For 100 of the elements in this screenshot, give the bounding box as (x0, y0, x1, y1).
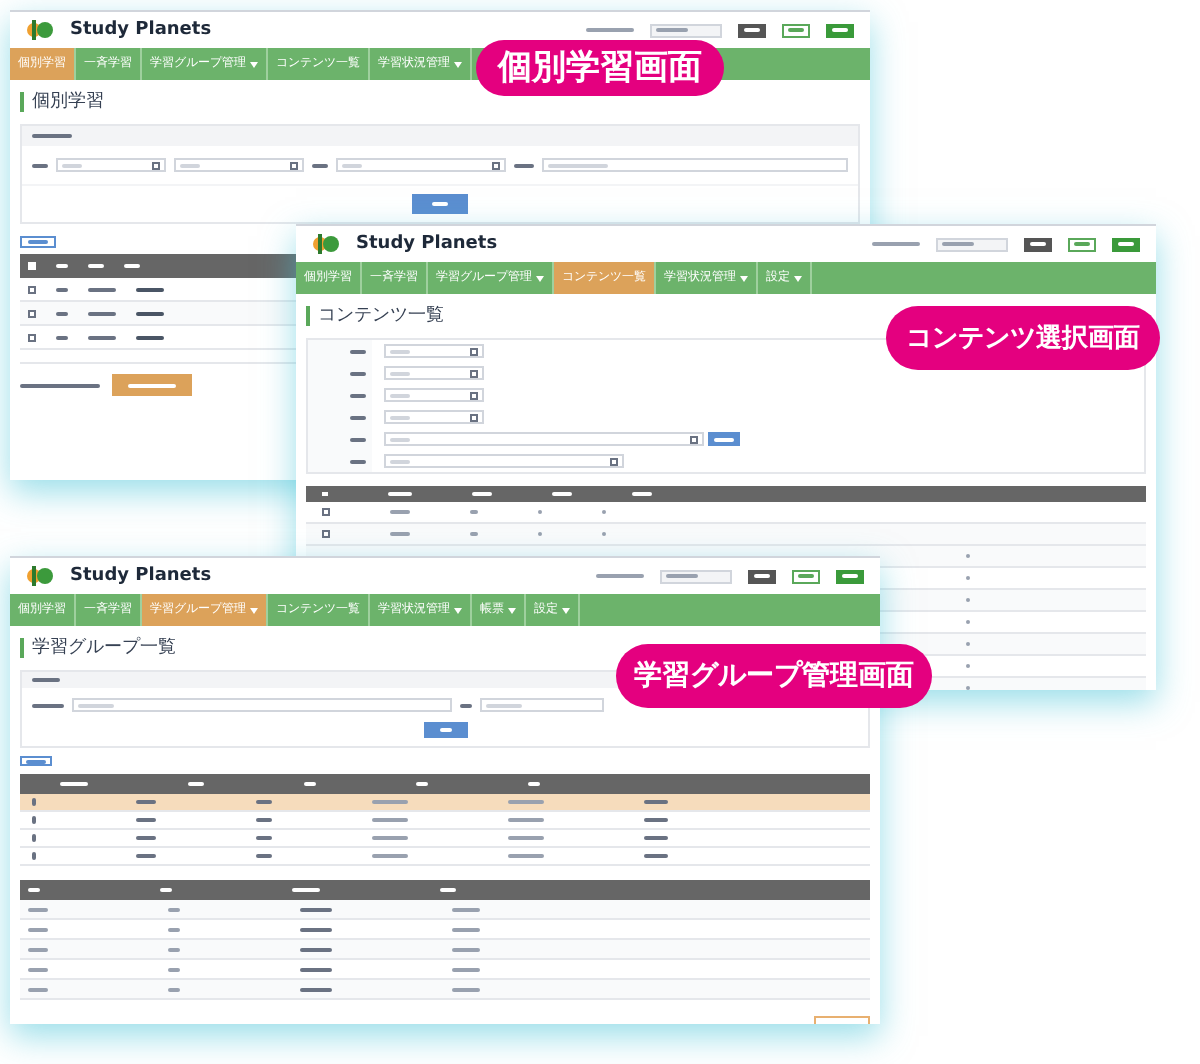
text-line (390, 459, 410, 463)
switch-button[interactable] (1024, 237, 1052, 251)
text-line (78, 703, 114, 707)
text-line (300, 967, 332, 971)
text-line (256, 800, 272, 804)
text-line (56, 335, 68, 339)
text-line (372, 818, 408, 822)
text-line (350, 415, 366, 419)
toggle-button[interactable] (20, 756, 52, 766)
text-line (136, 800, 156, 804)
text-line (486, 703, 522, 707)
select-field[interactable] (174, 158, 304, 172)
select-field[interactable] (384, 432, 704, 446)
text-line (350, 459, 366, 463)
brand-name: Study Planets (356, 235, 498, 253)
switch-button[interactable] (748, 569, 776, 583)
bulk-button[interactable] (112, 374, 192, 396)
logout-button[interactable] (826, 23, 854, 37)
text-line (744, 28, 760, 32)
checkbox[interactable] (322, 530, 330, 538)
select-field[interactable] (384, 344, 484, 358)
text-line (1030, 242, 1046, 246)
text-line (656, 28, 688, 32)
text-line (432, 202, 448, 206)
caret-icon (454, 61, 462, 67)
dropdown-icon (470, 369, 478, 377)
logo-icon (312, 232, 340, 256)
search-button[interactable] (412, 194, 468, 214)
select-field[interactable] (56, 158, 166, 172)
checkbox[interactable] (28, 333, 36, 341)
text-line (28, 987, 48, 991)
text-line (168, 907, 180, 911)
text-line (128, 383, 176, 387)
note-field[interactable] (480, 698, 604, 712)
text-line (644, 836, 668, 840)
text-line (350, 371, 366, 375)
text-line (160, 888, 172, 892)
brand-name: Study Planets (70, 21, 212, 39)
course-select[interactable] (650, 23, 722, 37)
text-line (644, 800, 668, 804)
keyword-field[interactable] (542, 158, 848, 172)
text-line (350, 349, 366, 353)
text-line (388, 492, 412, 496)
text-line (452, 967, 480, 971)
text-line (390, 371, 410, 375)
text-line (88, 311, 116, 315)
text-line (28, 967, 48, 971)
text-line (390, 532, 410, 536)
switch-button[interactable] (738, 23, 766, 37)
select-field[interactable] (336, 158, 506, 172)
text-line (88, 264, 104, 268)
text-line (136, 818, 156, 822)
text-line (548, 163, 608, 167)
text-line (60, 782, 88, 786)
text-line (372, 854, 408, 858)
course-select[interactable] (660, 569, 732, 583)
text-line (528, 782, 540, 786)
text-line (350, 437, 366, 441)
checkbox[interactable] (28, 285, 36, 293)
text-line (292, 888, 320, 892)
settings-button[interactable] (782, 23, 810, 37)
group-row[interactable] (20, 794, 870, 812)
text-line (62, 163, 82, 167)
text-line (632, 492, 652, 496)
settings-button[interactable] (792, 569, 820, 583)
callout-label: コンテンツ選択画面 (886, 306, 1160, 370)
dropdown-icon (290, 161, 298, 169)
dropdown-icon (610, 457, 618, 465)
text-line (56, 287, 68, 291)
text-line (472, 492, 492, 496)
text-line (136, 335, 164, 339)
text-line (28, 240, 48, 244)
text-line (714, 437, 734, 441)
page-title: 個別学習 (32, 93, 104, 111)
toggle-button[interactable] (20, 236, 56, 248)
settings-button[interactable] (1068, 237, 1096, 251)
text-line (136, 836, 156, 840)
text-line (56, 264, 68, 268)
text-line (300, 927, 332, 931)
select-field[interactable] (384, 366, 484, 380)
course-select[interactable] (936, 237, 1008, 251)
select-field[interactable] (384, 410, 484, 424)
text-line (390, 437, 410, 441)
logout-button[interactable] (836, 569, 864, 583)
caret-icon (250, 61, 258, 67)
logout-button[interactable] (1112, 237, 1140, 251)
select-button[interactable] (708, 432, 740, 446)
text-line (470, 510, 478, 514)
group-name-field[interactable] (72, 698, 452, 712)
text-line (644, 818, 668, 822)
text-line (1118, 242, 1134, 246)
brand-name: Study Planets (70, 567, 212, 585)
text-line (20, 383, 100, 387)
checkbox[interactable] (28, 309, 36, 317)
text-line (32, 703, 64, 707)
text-line (32, 134, 72, 138)
select-field[interactable] (384, 454, 624, 468)
search-button[interactable] (423, 722, 467, 738)
checkbox[interactable] (322, 508, 330, 516)
select-field[interactable] (384, 388, 484, 402)
